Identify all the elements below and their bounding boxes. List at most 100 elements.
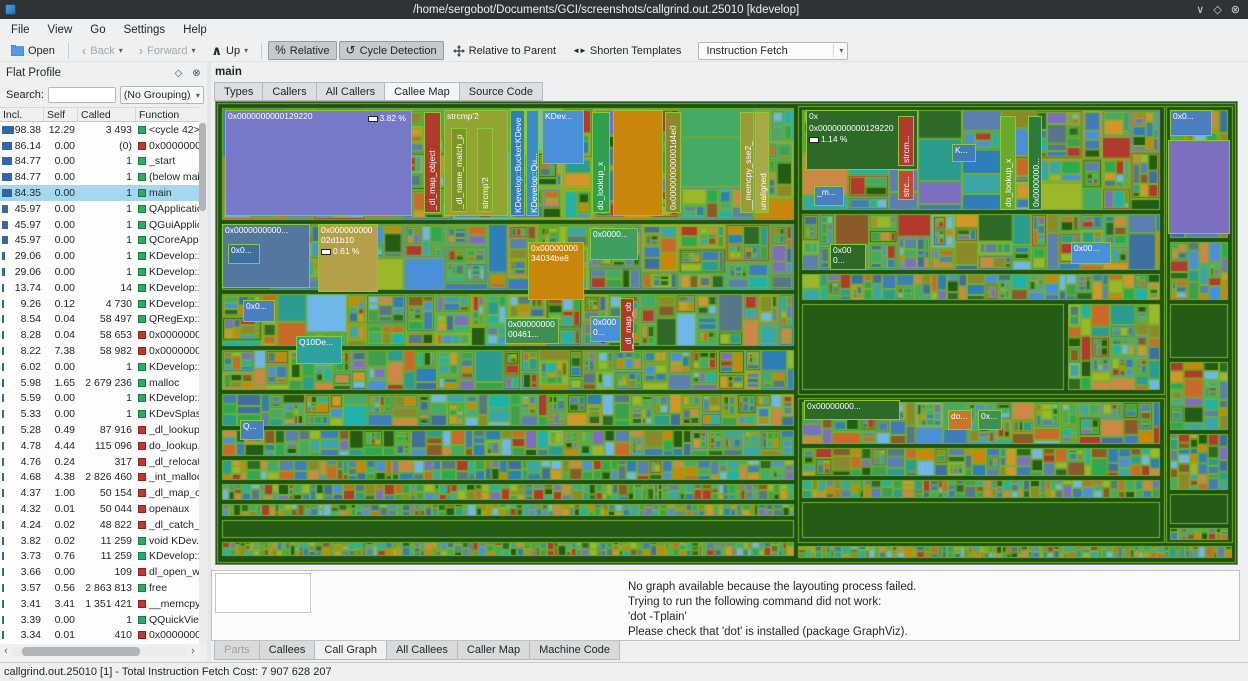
flat-profile-row[interactable]: 84.350.001main: [0, 185, 199, 201]
flat-profile-row[interactable]: 4.371.0050 154_dl_map_o...: [0, 485, 199, 501]
flat-profile-row[interactable]: 84.770.001(below mai...: [0, 169, 199, 185]
search-input[interactable]: [48, 87, 116, 103]
dock-close-icon[interactable]: ⊗: [189, 68, 204, 79]
treemap-cell[interactable]: KDevelop::Bucket:KDevel...: [510, 110, 525, 216]
treemap-cell[interactable]: do_lookup_x1.44 %: [592, 112, 610, 213]
treemap-cell[interactable]: strcm...: [898, 116, 914, 166]
graph-birdseye-box[interactable]: [215, 573, 311, 613]
treemap-cell[interactable]: [613, 110, 663, 216]
relative-to-parent-toggle[interactable]: Relative to Parent: [446, 41, 563, 60]
menu-go[interactable]: Go: [81, 21, 114, 39]
menu-settings[interactable]: Settings: [115, 21, 175, 39]
flat-profile-row[interactable]: 3.413.411 351 421__memcpy...: [0, 596, 199, 612]
treemap-cell[interactable]: KDev...: [542, 110, 584, 164]
scrollbar-track[interactable]: [12, 647, 187, 656]
scroll-left-icon[interactable]: ‹: [0, 645, 12, 657]
column-header-function[interactable]: Function: [136, 108, 199, 121]
treemap-cell[interactable]: 0x000...: [830, 244, 866, 270]
treemap-cell[interactable]: 0x0...: [243, 300, 275, 322]
tab-all-callees[interactable]: All Callees: [387, 641, 458, 660]
flat-profile-row[interactable]: 4.684.382 826 460_int_malloc: [0, 470, 199, 486]
treemap-cell[interactable]: unaligned1.39 %: [755, 112, 769, 213]
maximize-button[interactable]: ◇: [1213, 3, 1221, 16]
treemap-cell[interactable]: strcmp'20.43 %: [477, 128, 493, 212]
close-button[interactable]: ⊗: [1231, 3, 1240, 16]
treemap-cell[interactable]: 0x00000000002d1b100.61 %: [318, 224, 378, 292]
back-dropdown-icon[interactable]: ▾: [119, 46, 123, 55]
forward-dropdown-icon[interactable]: ▾: [191, 46, 195, 55]
flat-profile-row[interactable]: 5.330.001KDevSplas...: [0, 406, 199, 422]
scrollbar-thumb[interactable]: [199, 123, 206, 211]
up-button[interactable]: ∧ Up ▾: [204, 41, 255, 60]
dock-float-icon[interactable]: ◇: [171, 68, 186, 79]
flat-profile-row[interactable]: 8.280.0458 6530x00000000...: [0, 327, 199, 343]
menu-help[interactable]: Help: [174, 21, 216, 39]
flat-profile-row[interactable]: 86.140.00(0)0x00000000...: [0, 138, 199, 154]
treemap-cell[interactable]: 0x0000000034034be8: [528, 242, 584, 300]
treemap-cell[interactable]: KDevelop::Qu...: [526, 110, 539, 216]
treemap-cell[interactable]: do...: [948, 410, 972, 430]
flat-profile-row[interactable]: 5.590.001KDevelop::...: [0, 391, 199, 407]
grouping-combo[interactable]: (No Grouping) ▾: [120, 86, 204, 104]
treemap-cell[interactable]: 0x00000000...: [804, 400, 900, 420]
treemap-cell[interactable]: 0x0...: [1170, 110, 1212, 136]
treemap-cell[interactable]: _dl_name_match_p1.04 %: [451, 128, 467, 212]
tab-machine-code[interactable]: Machine Code: [530, 641, 620, 660]
treemap-cell[interactable]: 0x0000...: [590, 228, 638, 260]
flat-profile-row[interactable]: 3.820.0211 259void KDev...: [0, 533, 199, 549]
tab-caller-map[interactable]: Caller Map: [458, 641, 530, 660]
treemap-cell[interactable]: _dl_map_object1.96 %: [424, 112, 441, 213]
flat-profile-row[interactable]: 45.970.001QGuiApplic...: [0, 217, 199, 233]
cycle-detection-toggle[interactable]: ↺ Cycle Detection: [339, 41, 444, 60]
flat-profile-row[interactable]: 3.660.00109dl_open_w...: [0, 564, 199, 580]
flat-profile-row[interactable]: 4.240.0248 822_dl_catch_...: [0, 517, 199, 533]
tab-parts[interactable]: Parts: [214, 641, 260, 660]
tab-types[interactable]: Types: [214, 82, 263, 101]
flat-profile-row[interactable]: 29.060.001KDevelop::...: [0, 248, 199, 264]
back-button[interactable]: ‹ Back ▾: [75, 41, 130, 60]
flat-profile-row[interactable]: 8.540.0458 497QRegExp::...: [0, 312, 199, 328]
tab-all-callers[interactable]: All Callers: [317, 82, 386, 101]
flat-profile-row[interactable]: 5.280.4987 916_dl_lookup...: [0, 422, 199, 438]
treemap-cell[interactable]: Q...: [240, 420, 264, 440]
scroll-right-icon[interactable]: ›: [187, 645, 199, 657]
treemap-cell[interactable]: strc...: [898, 170, 914, 200]
flat-profile-list[interactable]: 98.3812.293 493<cycle 42>86.140.00(0)0x0…: [0, 122, 199, 644]
treemap-cell[interactable]: [1168, 140, 1230, 234]
flat-profile-row[interactable]: 3.570.562 863 813free: [0, 580, 199, 596]
flat-profile-row[interactable]: 13.740.0014KDevelop::...: [0, 280, 199, 296]
flat-profile-row[interactable]: 98.3812.293 493<cycle 42>: [0, 122, 199, 138]
minimize-button[interactable]: ∨: [1196, 3, 1204, 16]
relative-toggle[interactable]: % Relative: [268, 41, 336, 60]
flat-profile-row[interactable]: 45.970.001QCoreAppl...: [0, 233, 199, 249]
treemap-cell[interactable]: _dl_map_objec...: [620, 298, 634, 352]
flat-profile-row[interactable]: 45.970.001QApplicatio...: [0, 201, 199, 217]
up-dropdown-icon[interactable]: ▾: [244, 46, 248, 55]
flat-profile-row[interactable]: 4.760.24317_dl_relocat...: [0, 454, 199, 470]
treemap-cell[interactable]: __memcpy_sse2_: [740, 112, 754, 213]
vertical-scrollbar[interactable]: [199, 122, 206, 644]
flat-profile-row[interactable]: 8.227.3858 9820x00000000...: [0, 343, 199, 359]
tab-source-code[interactable]: Source Code: [460, 82, 543, 101]
flat-profile-row[interactable]: 3.730.7611 259KDevelop::...: [0, 549, 199, 565]
flat-profile-row[interactable]: 84.770.001_start: [0, 154, 199, 170]
open-button[interactable]: Open: [4, 41, 62, 60]
menu-view[interactable]: View: [39, 21, 82, 39]
flat-profile-row[interactable]: 29.060.001KDevelop::...: [0, 264, 199, 280]
flat-profile-row[interactable]: 4.784.44115 096do_lookup...: [0, 438, 199, 454]
column-header-called[interactable]: Called: [78, 108, 136, 121]
tab-call-graph[interactable]: Call Graph: [315, 641, 387, 660]
tab-callees[interactable]: Callees: [260, 641, 316, 660]
flat-profile-dock-header[interactable]: Flat Profile ◇ ⊗: [0, 62, 207, 84]
tab-callers[interactable]: Callers: [263, 82, 316, 101]
flat-profile-row[interactable]: 3.340.014100x00000000...: [0, 628, 199, 644]
treemap-cell[interactable]: _m...: [814, 186, 844, 206]
treemap-cell[interactable]: 0x0...: [228, 244, 260, 264]
treemap-cell[interactable]: do_lookup_x0.43 %: [1000, 116, 1016, 210]
treemap-cell[interactable]: 0x0000000...: [1028, 116, 1042, 210]
flat-profile-row[interactable]: 5.981.652 679 236malloc: [0, 375, 199, 391]
column-header-incl[interactable]: Incl.: [0, 108, 44, 121]
flat-profile-row[interactable]: 3.390.001QQuickVie...: [0, 612, 199, 628]
event-type-combo[interactable]: Instruction Fetch ▾: [698, 42, 848, 60]
forward-button[interactable]: › Forward ▾: [132, 41, 203, 60]
